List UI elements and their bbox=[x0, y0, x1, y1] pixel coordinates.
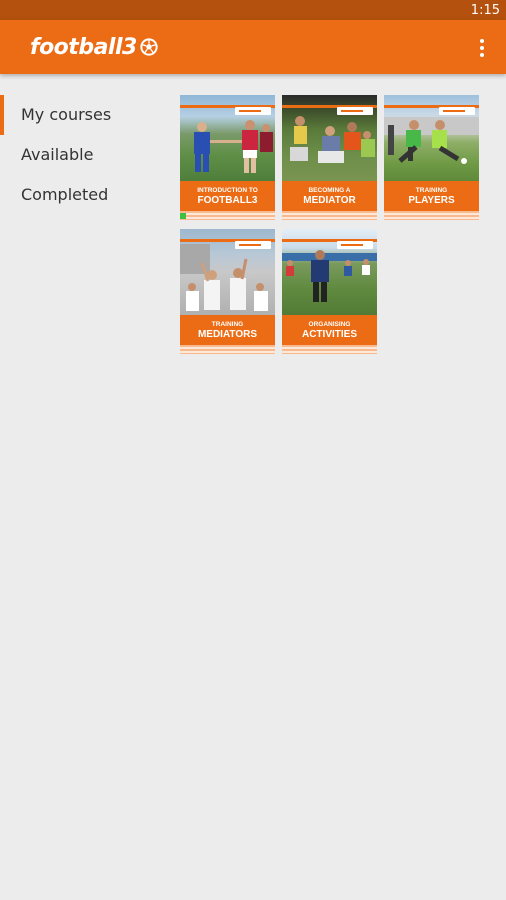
nav-item-my-courses[interactable]: My courses bbox=[0, 95, 170, 135]
course-card[interactable]: ORGANISING ACTIVITIES bbox=[282, 229, 377, 354]
course-photo bbox=[180, 229, 275, 315]
course-title-line2: MEDIATORS bbox=[197, 328, 258, 340]
side-nav: My courses Available Completed bbox=[0, 95, 170, 215]
nav-item-available[interactable]: Available bbox=[0, 135, 170, 175]
course-title-line2: FOOTBALL3 bbox=[197, 194, 258, 206]
soccer-ball-icon bbox=[140, 38, 158, 56]
course-title-line1: INTRODUCTION TO bbox=[197, 186, 258, 194]
app-bar: football3 bbox=[0, 20, 506, 74]
course-title-line1: BECOMING A bbox=[308, 186, 351, 194]
course-photo bbox=[282, 229, 377, 315]
status-bar: 1:15 bbox=[0, 0, 506, 20]
course-card[interactable]: INTRODUCTION TO FOOTBALL3 bbox=[180, 95, 275, 220]
course-title-line2: MEDIATOR bbox=[303, 194, 356, 206]
course-card[interactable]: TRAINING MEDIATORS bbox=[180, 229, 275, 354]
course-banner: ORGANISING ACTIVITIES bbox=[282, 315, 377, 345]
course-photo bbox=[180, 95, 275, 181]
course-title-line1: TRAINING bbox=[415, 186, 448, 194]
course-card[interactable]: BECOMING A MEDIATOR bbox=[282, 95, 377, 220]
app-logo-text: football3 bbox=[30, 35, 137, 60]
course-title-line2: PLAYERS bbox=[408, 194, 455, 206]
course-banner: INTRODUCTION TO FOOTBALL3 bbox=[180, 181, 275, 211]
progress-indicator bbox=[180, 213, 186, 219]
status-time: 1:15 bbox=[470, 3, 500, 18]
app-logo: football3 bbox=[30, 35, 158, 60]
overflow-menu-icon[interactable] bbox=[472, 37, 492, 59]
course-banner: BECOMING A MEDIATOR bbox=[282, 181, 377, 211]
course-banner: TRAINING MEDIATORS bbox=[180, 315, 275, 345]
nav-item-completed[interactable]: Completed bbox=[0, 175, 170, 215]
course-card[interactable]: TRAINING PLAYERS bbox=[384, 95, 479, 220]
course-photo bbox=[282, 95, 377, 181]
course-photo bbox=[384, 95, 479, 181]
course-title-line1: ORGANISING bbox=[308, 320, 351, 328]
course-title-line1: TRAINING bbox=[211, 320, 244, 328]
course-banner: TRAINING PLAYERS bbox=[384, 181, 479, 211]
course-title-line2: ACTIVITIES bbox=[301, 328, 357, 340]
